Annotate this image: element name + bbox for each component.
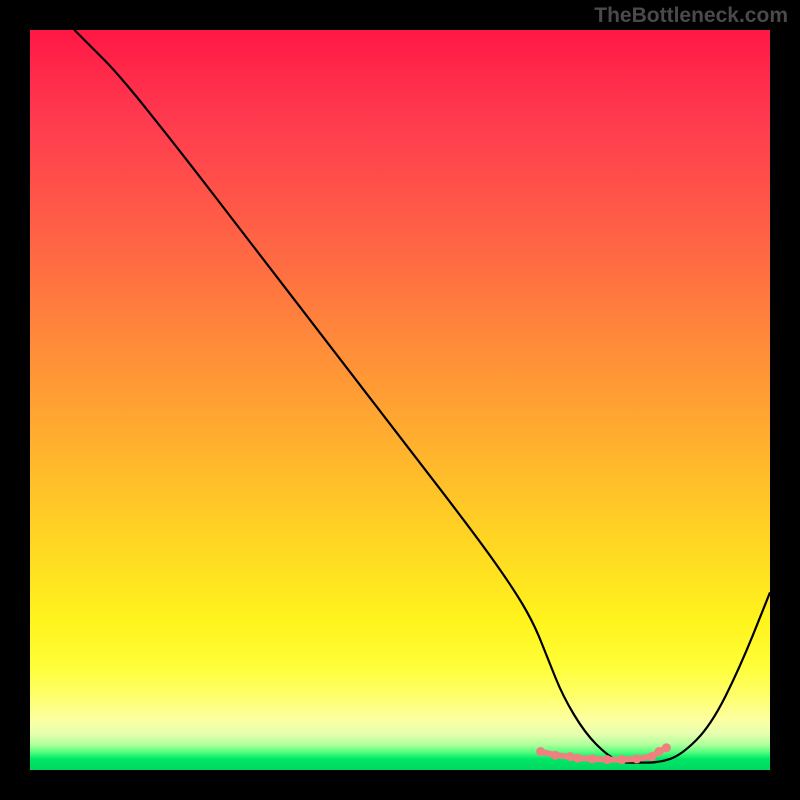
chart-background-gradient bbox=[30, 30, 770, 770]
watermark-text: TheBottleneck.com bbox=[594, 4, 788, 28]
chart-plot-area bbox=[30, 30, 770, 770]
